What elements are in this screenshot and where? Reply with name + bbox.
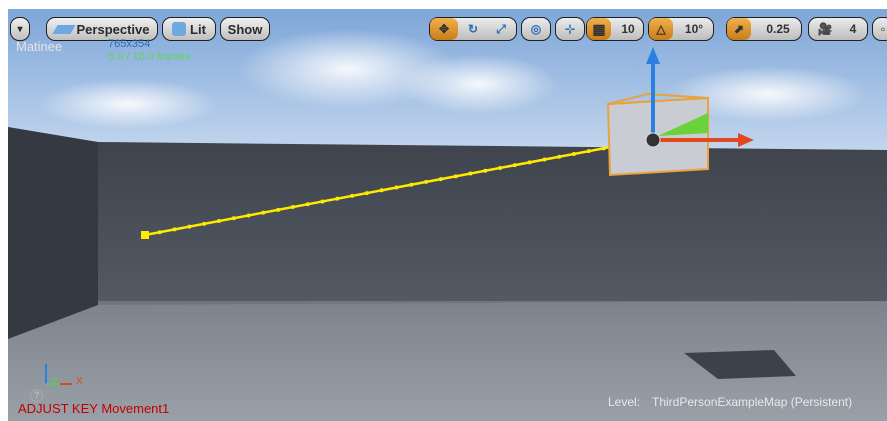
path-key-dot xyxy=(438,177,443,182)
viewport-status-text: ADJUST KEY Movement1 xyxy=(18,401,170,416)
path-key-dot xyxy=(364,191,369,196)
grid-snap-group: ▦ 10 xyxy=(586,17,644,41)
snap-surface-button[interactable]: ⊹ xyxy=(555,17,585,41)
show-label: Show xyxy=(227,21,263,37)
surface-snap-icon: ⊹ xyxy=(564,22,576,36)
transform-tools-group: ✥ ↻ ⤢ xyxy=(429,17,517,41)
lit-sphere-icon xyxy=(172,22,187,36)
coordinate-system-button[interactable]: ◎ xyxy=(521,17,551,41)
path-key-dot xyxy=(394,185,399,190)
show-button[interactable]: Show xyxy=(220,17,270,41)
camera-speed-icon[interactable]: 🎥 xyxy=(809,18,841,40)
path-key-dot xyxy=(202,221,207,226)
perspective-icon xyxy=(51,24,76,34)
path-key-dot xyxy=(305,202,310,207)
path-key-dot xyxy=(216,219,221,224)
path-key-dot xyxy=(586,149,591,154)
grid-snap-icon[interactable]: ▦ xyxy=(587,18,611,40)
axis-x-label: X xyxy=(76,376,83,387)
path-key-dot xyxy=(157,230,162,235)
level-viewport[interactable]: ▾ Perspective Lit Show Matinee 765x354 5… xyxy=(8,9,887,421)
path-key-dot xyxy=(231,216,236,221)
path-key-dot xyxy=(527,160,532,165)
path-key-dot xyxy=(187,224,192,229)
rotation-snap-icon[interactable]: △ xyxy=(649,18,673,40)
path-key-dot xyxy=(542,157,547,162)
cloud xyxy=(398,54,558,114)
scale-snap-icon[interactable]: ⬈ xyxy=(727,18,751,40)
path-key-dot xyxy=(320,199,325,204)
maximize-icon: ▫ xyxy=(880,22,886,36)
left-wall xyxy=(8,127,98,339)
viewport-mode-label: Matinee xyxy=(16,39,63,54)
level-label: Level: xyxy=(608,395,641,409)
path-key-dot xyxy=(290,205,295,210)
scale-tool-icon[interactable]: ⤢ xyxy=(488,18,514,40)
axis-y-label: Y xyxy=(52,376,59,387)
path-key-dot xyxy=(350,193,355,198)
path-key-dot xyxy=(379,188,384,193)
viewport-frames: 5.0 / 10.0 frames xyxy=(108,51,191,63)
path-key-dot xyxy=(483,168,488,173)
camera-speed-value[interactable]: 4 xyxy=(841,18,865,40)
path-key-dot xyxy=(172,227,177,232)
camera-speed-group: 🎥 4 xyxy=(808,17,868,41)
maximize-viewport-button[interactable]: ▫ xyxy=(872,17,887,41)
viewport-resolution: 765x354 xyxy=(108,38,151,50)
translate-tool-icon[interactable]: ✥ xyxy=(430,18,458,40)
lit-button[interactable]: Lit xyxy=(162,17,216,41)
path-key-dot xyxy=(246,213,251,218)
world-globe-icon: ◎ xyxy=(530,22,542,36)
path-key-dot xyxy=(261,210,266,215)
move-gizmo-center xyxy=(645,132,661,148)
grid-snap-value[interactable]: 10 xyxy=(614,18,642,40)
path-key-dot xyxy=(601,146,606,151)
screenshot-frame: ▾ Perspective Lit Show Matinee 765x354 5… xyxy=(0,0,887,421)
rotate-tool-icon[interactable]: ↻ xyxy=(460,18,486,40)
scale-snap-group: ⬈ 0.25 xyxy=(726,17,802,41)
path-key-dot xyxy=(572,151,577,156)
path-key-dot xyxy=(557,154,562,159)
path-start-key xyxy=(141,231,149,239)
path-key-dot xyxy=(424,179,429,184)
lit-label: Lit xyxy=(190,21,206,37)
level-name: ThirdPersonExampleMap (Persistent) xyxy=(652,395,853,409)
path-key-dot xyxy=(453,174,458,179)
path-key-dot xyxy=(276,207,281,212)
perspective-label: Perspective xyxy=(76,21,150,37)
cloud xyxy=(38,79,218,129)
path-key-dot xyxy=(498,165,503,170)
rotation-snap-group: △ 10° xyxy=(648,17,714,41)
path-key-dot xyxy=(512,163,517,168)
path-key-dot xyxy=(409,182,414,187)
path-key-dot xyxy=(335,196,340,201)
path-key-dot xyxy=(468,171,473,176)
rotation-snap-value[interactable]: 10° xyxy=(677,18,711,40)
scale-snap-value[interactable]: 0.25 xyxy=(757,18,799,40)
viewport-options-button[interactable]: ▾ xyxy=(10,17,30,41)
scene-canvas xyxy=(8,9,887,421)
